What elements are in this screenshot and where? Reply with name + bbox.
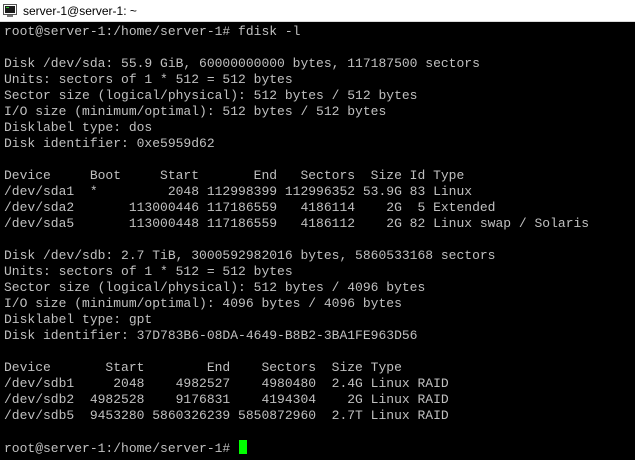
window-title: server-1@server-1: ~: [23, 4, 137, 18]
terminal-output[interactable]: root@server-1:/home/server-1# fdisk -l D…: [0, 23, 635, 460]
terminal-line: /dev/sda5 113000448 117186559 4186112 2G…: [4, 216, 590, 231]
terminal-line: /dev/sdb1 2048 4982527 4980480 2.4G Linu…: [4, 376, 449, 391]
terminal-line: Disk /dev/sda: 55.9 GiB, 60000000000 byt…: [4, 56, 480, 71]
terminal-line: /dev/sdb2 4982528 9176831 4194304 2G Lin…: [4, 392, 449, 407]
terminal-line: Disklabel type: gpt: [4, 312, 153, 327]
text-cursor[interactable]: [239, 440, 248, 454]
terminal-line: Disklabel type: dos: [4, 120, 153, 135]
terminal-line: Device Start End Sectors Size Type: [4, 360, 402, 375]
terminal-line: /dev/sdb5 9453280 5860326239 5850872960 …: [4, 408, 449, 423]
terminal-line: Sector size (logical/physical): 512 byte…: [4, 280, 426, 295]
title-bar[interactable]: server-1@server-1: ~: [0, 0, 635, 22]
terminal-line: Units: sectors of 1 * 512 = 512 bytes: [4, 264, 293, 279]
terminal-line: I/O size (minimum/optimal): 512 bytes / …: [4, 104, 387, 119]
shell-prompt: root@server-1:/home/server-1#: [4, 441, 239, 456]
terminal-line: Device Boot Start End Sectors Size Id Ty…: [4, 168, 465, 183]
terminal-line: Disk identifier: 37D783B6-08DA-4649-B8B2…: [4, 328, 418, 343]
prompt-line[interactable]: root@server-1:/home/server-1#: [4, 440, 635, 456]
putty-terminal-icon[interactable]: [3, 4, 17, 17]
terminal-line: /dev/sda2 113000446 117186559 4186114 2G…: [4, 200, 496, 215]
terminal-line: Units: sectors of 1 * 512 = 512 bytes: [4, 72, 293, 87]
terminal-line: Disk identifier: 0xe5959d62: [4, 136, 215, 151]
terminal-line: /dev/sda1 * 2048 112998399 112996352 53.…: [4, 184, 473, 199]
terminal-line: Sector size (logical/physical): 512 byte…: [4, 88, 418, 103]
terminal-line: root@server-1:/home/server-1# fdisk -l: [4, 24, 301, 39]
terminal-line: I/O size (minimum/optimal): 4096 bytes /…: [4, 296, 402, 311]
terminal-line: Disk /dev/sdb: 2.7 TiB, 3000592982016 by…: [4, 248, 496, 263]
terminal-window: server-1@server-1: ~ root@server-1:/home…: [0, 0, 635, 460]
